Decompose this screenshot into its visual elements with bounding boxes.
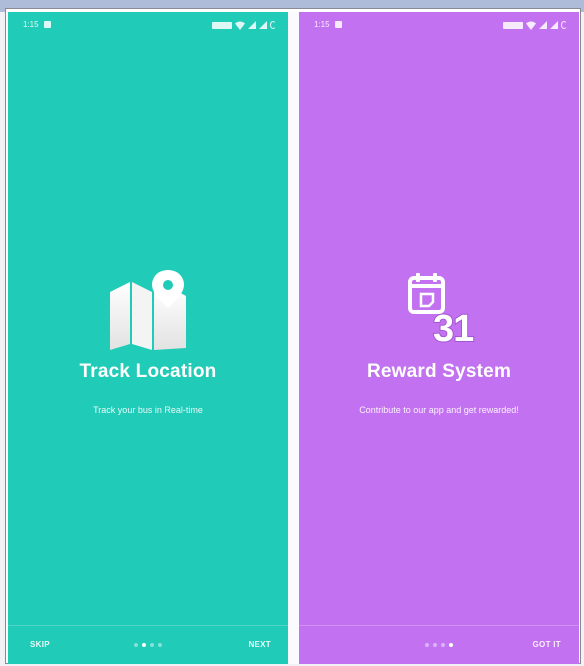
status-icons — [503, 20, 567, 30]
page-dot — [134, 643, 138, 647]
status-time: 1:15 — [314, 20, 330, 29]
onboarding-screen-reward-system: 1:15 31 Reward System Contribute to our … — [299, 12, 579, 664]
status-icons — [212, 20, 276, 30]
battery-icon — [270, 21, 276, 29]
status-bar: 1:15 — [8, 12, 288, 38]
calendar-number: 31 — [432, 307, 475, 351]
vpn-badge-icon — [212, 21, 232, 29]
page-dot — [150, 643, 154, 647]
signal-icon-2 — [259, 21, 267, 29]
got-it-button[interactable]: GOT IT — [533, 640, 561, 649]
page-dot — [158, 643, 162, 647]
screen-subtitle: Contribute to our app and get rewarded! — [359, 405, 519, 415]
onboarding-bottom-bar: GOT IT — [299, 625, 579, 664]
status-time: 1:15 — [23, 20, 39, 29]
vpn-badge-icon — [503, 21, 523, 29]
onboarding-screen-track-location: 1:15 Track Location Track your bus in Re… — [8, 12, 288, 664]
signal-icon-2 — [550, 21, 558, 29]
battery-icon — [561, 21, 567, 29]
screens-divider — [288, 12, 299, 664]
wifi-icon — [235, 21, 245, 30]
page-dot — [441, 643, 445, 647]
page-dot — [425, 643, 429, 647]
next-button[interactable]: NEXT — [248, 640, 271, 649]
skip-button[interactable]: SKIP — [30, 640, 50, 649]
page-indicator — [134, 643, 162, 647]
signal-icon — [539, 21, 547, 29]
signal-icon — [248, 21, 256, 29]
notification-icon — [335, 21, 342, 28]
screen-subtitle: Track your bus in Real-time — [93, 405, 203, 415]
page-dot — [433, 643, 437, 647]
wifi-icon — [526, 21, 536, 30]
map-pin-icon — [110, 270, 186, 350]
page-dot-active — [449, 643, 453, 647]
onboarding-bottom-bar: SKIP NEXT — [8, 625, 288, 664]
screen-title: Track Location — [79, 361, 217, 382]
page-indicator — [425, 643, 453, 647]
status-bar: 1:15 — [299, 12, 579, 38]
screen-title: Reward System — [366, 361, 512, 382]
notification-icon — [44, 21, 51, 28]
page-dot-active — [142, 643, 146, 647]
